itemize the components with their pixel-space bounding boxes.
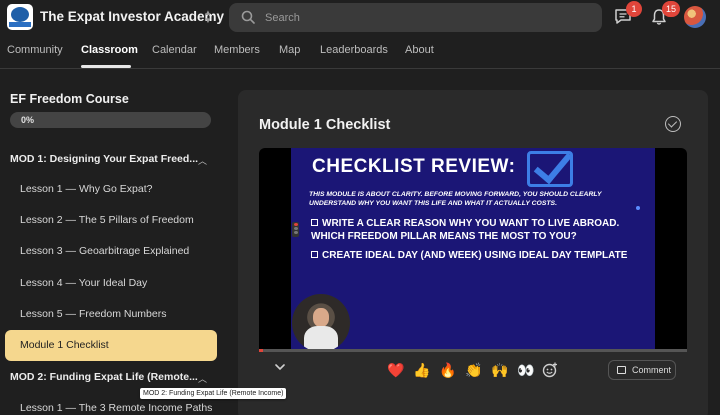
- tab-leaderboards[interactable]: Leaderboards: [320, 44, 388, 56]
- module-title-tooltip: MOD 2: Funding Expat Life (Remote Income…: [140, 388, 287, 399]
- presenter-webcam: [292, 294, 350, 349]
- clap-reaction-icon[interactable]: 👏: [465, 361, 482, 379]
- lesson-label: Lesson 1 — Why Go Expat?: [20, 183, 153, 195]
- lesson-item[interactable]: Lesson 1 — Why Go Expat?: [5, 174, 217, 205]
- notifications-badge: 15: [662, 1, 681, 17]
- search-icon: [241, 10, 255, 24]
- search-box[interactable]: [229, 3, 602, 32]
- collapse-chevron-icon[interactable]: ︿: [198, 372, 207, 385]
- mark-complete-check-icon[interactable]: [665, 116, 681, 132]
- lesson-item[interactable]: Lesson 4 — Your Ideal Day: [5, 268, 217, 299]
- top-bar: The Expat Investor Academy ▲▼ 1 15: [0, 0, 720, 34]
- lesson-item-active[interactable]: Module 1 Checklist: [5, 330, 217, 361]
- header-divider: [0, 68, 720, 69]
- presenter-head: [313, 308, 329, 327]
- module-2-header[interactable]: MOD 2: Funding Expat Life (Remote...: [10, 371, 198, 383]
- lesson-item[interactable]: Lesson 5 — Freedom Numbers: [5, 299, 217, 330]
- slide-dot: [636, 206, 640, 210]
- slide-intro: THIS MODULE IS ABOUT CLARITY. BEFORE MOV…: [309, 191, 602, 207]
- add-reaction-icon[interactable]: [542, 362, 558, 378]
- video-player[interactable]: CHECKLIST REVIEW: THIS MODULE IS ABOUT C…: [259, 148, 687, 349]
- comment-button[interactable]: Comment: [608, 360, 676, 380]
- search-input[interactable]: [265, 3, 585, 32]
- comment-icon: [617, 366, 626, 374]
- eyes-reaction-icon[interactable]: 👀: [517, 361, 534, 379]
- comment-button-label: Comment: [632, 365, 672, 375]
- lesson-item[interactable]: Lesson 3 — Geoarbitrage Explained: [5, 236, 217, 267]
- group-switcher-icon[interactable]: ▲ ▼: [201, 9, 215, 26]
- slide-item-text: WRITE A CLEAR REASON WHY YOU WANT TO LIV…: [311, 218, 620, 242]
- lesson-item[interactable]: Lesson 2 — The 5 Pillars of Freedom: [5, 205, 217, 236]
- tab-community[interactable]: Community: [7, 44, 63, 56]
- tab-map[interactable]: Map: [279, 44, 300, 56]
- fire-reaction-icon[interactable]: 🔥: [439, 361, 456, 379]
- checkbox-graphic-icon: [527, 151, 573, 187]
- collapse-chevron-icon[interactable]: ︿: [198, 154, 207, 167]
- tab-classroom[interactable]: Classroom: [81, 44, 138, 56]
- user-avatar[interactable]: [684, 6, 706, 28]
- lesson-label: Lesson 1 — The 3 Remote Income Paths: [20, 402, 213, 414]
- nav-tabs: Community Classroom Calendar Members Map…: [0, 34, 720, 68]
- group-logo[interactable]: [7, 4, 33, 30]
- heart-reaction-icon[interactable]: ❤️: [387, 361, 404, 379]
- tab-members[interactable]: Members: [214, 44, 260, 56]
- course-title: EF Freedom Course: [10, 92, 129, 106]
- chat-badge: 1: [626, 1, 642, 17]
- course-progress-bar: 0%: [10, 112, 211, 128]
- lesson-controls: ❤️ 👍 🔥 👏 🙌 👀 Comment: [259, 352, 687, 388]
- slide-item-text: CREATE IDEAL DAY (AND WEEK) USING IDEAL …: [322, 250, 628, 261]
- thumbs-up-reaction-icon[interactable]: 👍: [413, 361, 430, 379]
- tab-about[interactable]: About: [405, 44, 434, 56]
- lesson-title: Module 1 Checklist: [259, 117, 391, 133]
- lesson-label: Lesson 2 — The 5 Pillars of Freedom: [20, 214, 194, 226]
- logo-banner: [9, 22, 31, 27]
- progress-label: 0%: [21, 115, 35, 125]
- lesson-label: Lesson 3 — Geoarbitrage Explained: [20, 245, 190, 257]
- chevron-down-icon[interactable]: [275, 364, 285, 371]
- slide-title: CHECKLIST REVIEW:: [312, 156, 516, 177]
- slide-checklist-item: CREATE IDEAL DAY (AND WEEK) USING IDEAL …: [311, 249, 641, 262]
- lesson-label: Lesson 5 — Freedom Numbers: [20, 308, 167, 320]
- lesson-label: Lesson 4 — Your Ideal Day: [20, 277, 148, 289]
- raised-hands-reaction-icon[interactable]: 🙌: [491, 361, 508, 379]
- module-1-header[interactable]: MOD 1: Designing Your Expat Freed...: [10, 153, 198, 165]
- globe-logo-mark: [11, 7, 29, 22]
- tab-calendar[interactable]: Calendar: [152, 44, 197, 56]
- group-title[interactable]: The Expat Investor Academy: [40, 9, 224, 24]
- slide-checklist-item: WRITE A CLEAR REASON WHY YOU WANT TO LIV…: [311, 217, 641, 243]
- presenter-body: [304, 326, 338, 349]
- lesson-label: Module 1 Checklist: [20, 339, 109, 351]
- traffic-light-icon: [292, 222, 299, 237]
